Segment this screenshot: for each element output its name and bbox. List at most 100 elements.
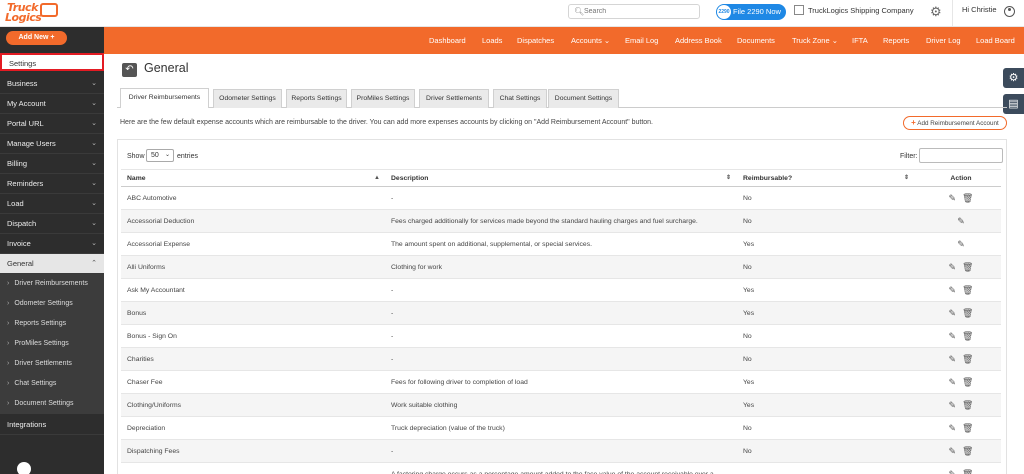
delete-icon[interactable]: 🗑︎ — [962, 440, 973, 463]
chevron-right-icon: › — [7, 300, 10, 307]
delete-icon[interactable]: 🗑︎ — [962, 256, 973, 279]
sidebar-item-label: Manage Users — [7, 139, 56, 148]
edit-icon[interactable]: ✎ — [949, 348, 957, 371]
table-row: A factoring charge occurs as a percentag… — [121, 463, 1001, 474]
edit-icon[interactable]: ✎ — [949, 463, 957, 474]
delete-icon[interactable]: 🗑︎ — [962, 417, 973, 440]
sidebar-item-portal-url[interactable]: Portal URL ⌄ — [0, 114, 104, 134]
file-2290-label: File 2290 Now — [733, 7, 781, 16]
nav-driver-log[interactable]: Driver Log — [926, 36, 961, 45]
edit-icon[interactable]: ✎ — [949, 440, 957, 463]
delete-icon[interactable]: 🗑︎ — [962, 463, 973, 474]
user-greeting[interactable]: Hi Christie — [962, 5, 997, 14]
nav-address-book[interactable]: Address Book — [675, 36, 722, 45]
edit-icon[interactable]: ✎ — [949, 371, 957, 394]
tab-driver-settlements[interactable]: Driver Settlements — [419, 89, 489, 108]
file-2290-button[interactable]: 2290 File 2290 Now — [716, 4, 786, 20]
sidebar-item-business[interactable]: Business ⌄ — [0, 74, 104, 94]
add-new-button[interactable]: Add New + — [6, 31, 67, 45]
sidebar-subitem-promiles-settings[interactable]: › ProMiles Settings — [0, 334, 104, 354]
chevron-down-icon: ⌄ — [91, 100, 97, 107]
nav-documents[interactable]: Documents — [737, 36, 775, 45]
edit-icon[interactable]: ✎ — [949, 325, 957, 348]
row-name: Ask My Accountant — [127, 287, 185, 294]
delete-icon[interactable]: 🗑︎ — [962, 279, 973, 302]
nav-dashboard[interactable]: Dashboard — [429, 36, 466, 45]
edit-icon[interactable]: ✎ — [949, 417, 957, 440]
edit-icon[interactable]: ✎ — [949, 256, 957, 279]
delete-icon[interactable]: 🗑︎ — [962, 302, 973, 325]
row-actions: ✎ 🗑︎ — [941, 187, 981, 211]
page-size-select[interactable]: 50 ⌄ — [146, 149, 174, 162]
delete-icon[interactable]: 🗑︎ — [962, 394, 973, 417]
sidebar-subitem-reports-settings[interactable]: › Reports Settings — [0, 314, 104, 334]
sort-both-icon[interactable]: ⇕ — [904, 170, 909, 187]
user-avatar-icon[interactable] — [1004, 6, 1015, 17]
nav-reports[interactable]: Reports — [883, 36, 909, 45]
edit-icon[interactable]: ✎ — [957, 233, 965, 256]
tab-reports-settings[interactable]: Reports Settings — [286, 89, 347, 108]
sidebar-item-general[interactable]: General ⌃ — [0, 254, 104, 274]
sidebar-item-integrations[interactable]: Integrations — [0, 415, 104, 435]
sidebar-item-manage-users[interactable]: Manage Users ⌄ — [0, 134, 104, 154]
column-header-name[interactable]: Name — [127, 170, 146, 187]
edit-icon[interactable]: ✎ — [957, 210, 965, 233]
gear-icon[interactable]: ⚙ — [930, 4, 942, 20]
sidebar-item-load[interactable]: Load ⌄ — [0, 194, 104, 214]
sidebar-subitem-driver-reimbursements[interactable]: › Driver Reimbursements — [0, 274, 104, 294]
filter-input[interactable] — [919, 148, 1003, 163]
sort-both-icon[interactable]: ⇕ — [726, 170, 731, 187]
nav-dispatches[interactable]: Dispatches — [517, 36, 554, 45]
back-arrow-icon[interactable]: ↶ — [122, 63, 137, 77]
search-input[interactable] — [584, 6, 694, 17]
edit-icon[interactable]: ✎ — [949, 279, 957, 302]
sidebar: Add New + Settings Business ⌄ My Account ⌄… — [0, 27, 104, 474]
row-description: - — [391, 333, 394, 340]
sidebar-item-dispatch[interactable]: Dispatch ⌄ — [0, 214, 104, 234]
reimbursements-table: Name ▲ Description ⇕ Reimbursable? ⇕ Act… — [121, 169, 1001, 474]
column-header-description[interactable]: Description — [391, 170, 428, 187]
sort-asc-icon[interactable]: ▲ — [374, 170, 380, 187]
tab-odometer-settings[interactable]: Odometer Settings — [213, 89, 282, 108]
tab-driver-reimbursements[interactable]: Driver Reimbursements — [120, 88, 209, 108]
row-reimbursable: No — [743, 264, 752, 271]
nav-load-board[interactable]: Load Board — [976, 36, 1015, 45]
sidebar-item-label: General — [7, 259, 34, 268]
tab-promiles-settings[interactable]: ProMiles Settings — [351, 89, 415, 108]
global-search[interactable]: 🔍︎ — [568, 4, 700, 19]
trucklogics-logo[interactable]: Truck Logics — [3, 1, 59, 25]
sidebar-subitem-label: Document Settings — [14, 400, 74, 407]
sidebar-item-reminders[interactable]: Reminders ⌄ — [0, 174, 104, 194]
nav-ifta[interactable]: IFTA — [852, 36, 868, 45]
nav-loads[interactable]: Loads — [482, 36, 502, 45]
settings-gear-icon[interactable]: ⚙ — [1003, 68, 1024, 88]
delete-icon[interactable]: 🗑︎ — [962, 348, 973, 371]
delete-icon[interactable]: 🗑︎ — [962, 187, 973, 210]
row-description: Truck depreciation (value of the truck) — [391, 425, 505, 432]
company-switcher[interactable]: TruckLogics Shipping Company — [794, 5, 914, 15]
tab-chat-settings[interactable]: Chat Settings — [493, 89, 547, 108]
sidebar-item-my-account[interactable]: My Account ⌄ — [0, 94, 104, 114]
row-reimbursable: No — [743, 356, 752, 363]
tab-document-settings[interactable]: Document Settings — [548, 89, 619, 108]
sidebar-subitem-odometer-settings[interactable]: › Odometer Settings — [0, 294, 104, 314]
nav-truck-zone[interactable]: Truck Zone ⌄ — [792, 36, 838, 45]
nav-email-log[interactable]: Email Log — [625, 36, 658, 45]
row-description: - — [391, 448, 394, 455]
delete-icon[interactable]: 🗑︎ — [962, 325, 973, 348]
sidebar-item-invoice[interactable]: Invoice ⌄ — [0, 234, 104, 254]
chat-launcher-icon[interactable] — [17, 462, 31, 474]
sidebar-subitem-driver-settlements[interactable]: › Driver Settlements — [0, 354, 104, 374]
add-reimbursement-button[interactable]: + Add Reimbursement Account — [903, 116, 1007, 130]
sidebar-subitem-document-settings[interactable]: › Document Settings — [0, 394, 104, 414]
sidebar-subitem-chat-settings[interactable]: › Chat Settings — [0, 374, 104, 394]
column-header-reimbursable[interactable]: Reimbursable? — [743, 170, 792, 187]
nav-accounts[interactable]: Accounts ⌄ — [571, 36, 610, 45]
sidebar-settings-header[interactable]: Settings — [0, 53, 104, 71]
edit-icon[interactable]: ✎ — [949, 394, 957, 417]
sidebar-item-billing[interactable]: Billing ⌄ — [0, 154, 104, 174]
edit-icon[interactable]: ✎ — [949, 187, 957, 210]
delete-icon[interactable]: 🗑︎ — [962, 371, 973, 394]
edit-icon[interactable]: ✎ — [949, 302, 957, 325]
table-header: Name ▲ Description ⇕ Reimbursable? ⇕ Act… — [121, 169, 1001, 187]
